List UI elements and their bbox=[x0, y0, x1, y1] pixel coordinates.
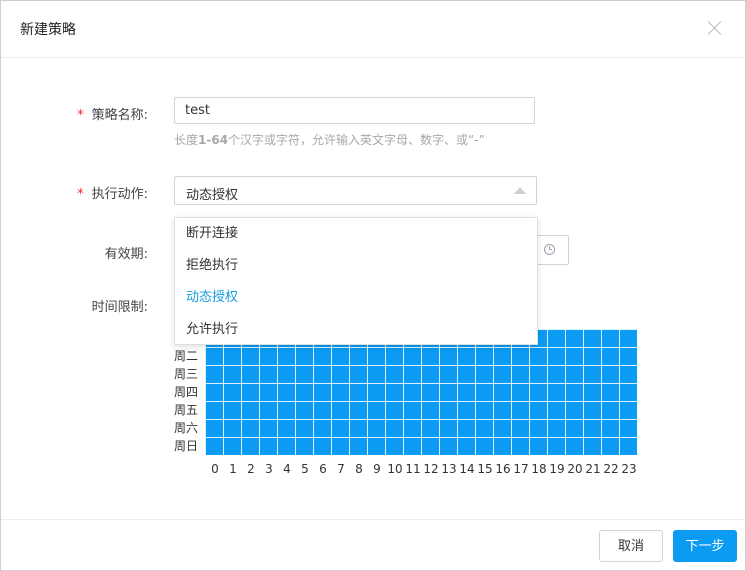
schedule-hour-label: 5 bbox=[301, 462, 309, 476]
schedule-hour-label: 9 bbox=[373, 462, 381, 476]
schedule-hour-label: 10 bbox=[387, 462, 403, 476]
schedule-hour-label: 11 bbox=[405, 462, 421, 476]
validity-label: 有效期: bbox=[104, 247, 148, 262]
schedule-hour-label: 17 bbox=[513, 462, 529, 476]
schedule-hour-label: 16 bbox=[495, 462, 511, 476]
schedule-day-label: 周二 bbox=[174, 349, 199, 363]
policy-name-label: * 策略名称: bbox=[77, 108, 148, 123]
required-mark: * bbox=[77, 187, 84, 202]
action-select-value: 动态授权 bbox=[186, 188, 239, 203]
schedule-hour-label: 20 bbox=[567, 462, 583, 476]
schedule-hour-label: 18 bbox=[531, 462, 547, 476]
action-dropdown-menu: 断开连接 拒绝执行 动态授权 允许执行 bbox=[174, 217, 538, 345]
schedule-day-label: 周四 bbox=[174, 385, 199, 399]
new-policy-dialog: 新建策略 *策略名称: 长度1-64个汉字或字符，允许输入英文字母、数字、或“-… bbox=[0, 0, 746, 571]
policy-name-input[interactable] bbox=[174, 97, 535, 124]
schedule-hour-label: 0 bbox=[211, 462, 219, 476]
schedule-day-label: 周六 bbox=[174, 421, 199, 435]
schedule-hour-label: 19 bbox=[549, 462, 565, 476]
action-select[interactable]: 动态授权 bbox=[174, 176, 537, 205]
schedule-day-label: 周日 bbox=[174, 439, 199, 453]
close-icon[interactable] bbox=[707, 20, 723, 36]
dropdown-option-allow[interactable]: 允许执行 bbox=[175, 314, 537, 346]
required-mark: * bbox=[77, 108, 84, 123]
schedule-hour-label: 7 bbox=[337, 462, 345, 476]
dropdown-option-disconnect[interactable]: 断开连接 bbox=[175, 218, 537, 250]
schedule-cells[interactable] bbox=[205, 329, 637, 455]
schedule-hour-label: 2 bbox=[247, 462, 255, 476]
cancel-button[interactable]: 取消 bbox=[599, 530, 663, 562]
policy-name-hint: 长度1-64个汉字或字符，允许输入英文字母、数字、或“-” bbox=[174, 133, 485, 147]
schedule-hour-label: 23 bbox=[621, 462, 637, 476]
schedule-hour-label: 21 bbox=[585, 462, 601, 476]
schedule-hour-label: 8 bbox=[355, 462, 363, 476]
schedule-hour-label: 13 bbox=[441, 462, 457, 476]
dropdown-option-deny[interactable]: 拒绝执行 bbox=[175, 250, 537, 282]
schedule-hour-label: 1 bbox=[229, 462, 237, 476]
schedule-hour-label: 4 bbox=[283, 462, 291, 476]
dropdown-option-dynamic-auth[interactable]: 动态授权 bbox=[175, 282, 537, 314]
caret-up-icon bbox=[514, 187, 526, 194]
schedule-day-label: 周三 bbox=[174, 367, 199, 381]
schedule-hour-label: 3 bbox=[265, 462, 273, 476]
action-label: * 执行动作: bbox=[77, 187, 148, 202]
schedule-day-label: 周五 bbox=[174, 403, 199, 417]
schedule-hour-label: 14 bbox=[459, 462, 475, 476]
dialog-header: 新建策略 bbox=[1, 1, 745, 58]
schedule-hour-label: 22 bbox=[603, 462, 619, 476]
clock-icon bbox=[544, 244, 555, 255]
time-limit-label: 时间限制: bbox=[91, 300, 148, 315]
schedule-hour-label: 12 bbox=[423, 462, 439, 476]
next-button[interactable]: 下一步 bbox=[673, 530, 737, 562]
schedule-hour-label: 15 bbox=[477, 462, 493, 476]
schedule-hour-label: 6 bbox=[319, 462, 327, 476]
dialog-title: 新建策略 bbox=[20, 22, 76, 38]
